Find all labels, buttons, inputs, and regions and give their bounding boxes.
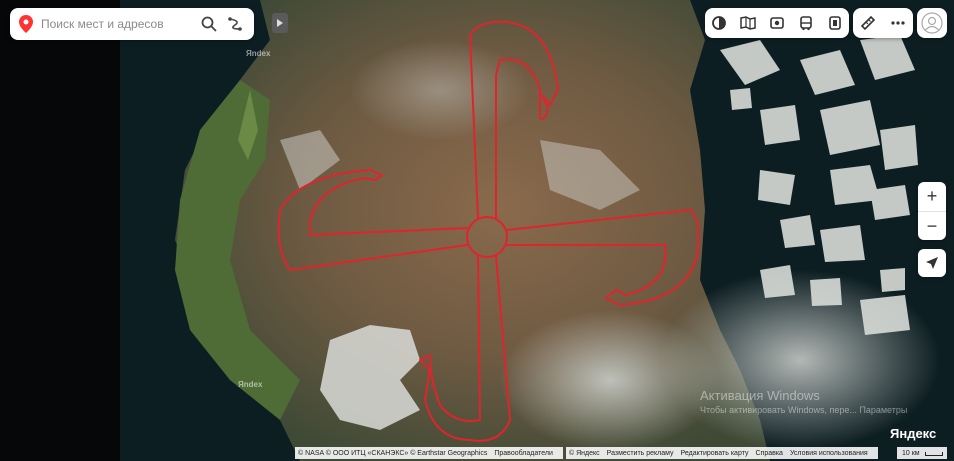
scale-label: 10 км xyxy=(902,449,920,457)
layers-icon[interactable] xyxy=(705,8,734,38)
ruler-icon[interactable] xyxy=(853,8,883,38)
arrow-icon xyxy=(926,257,938,269)
zoom-out-button[interactable]: − xyxy=(918,212,946,241)
advertise-link[interactable]: Разместить рекламу xyxy=(607,450,674,457)
map-watermark: Яndex xyxy=(246,49,271,58)
yandex-copyright: © Яндекс xyxy=(569,449,600,457)
copyright-footer: © NASA © ООО ИТЦ «СКАНЭКС» © Earthstar G… xyxy=(295,447,563,459)
user-avatar-button[interactable] xyxy=(917,8,947,38)
edit-map-link[interactable]: Редактировать карту xyxy=(681,450,749,457)
panorama-icon[interactable] xyxy=(734,8,763,38)
collapse-panel-button[interactable] xyxy=(272,13,288,33)
yandex-logo: Яндекс xyxy=(890,426,937,441)
zoom-in-button[interactable]: + xyxy=(918,182,946,212)
search-bar[interactable]: Поиск мест и адресов xyxy=(10,8,254,40)
layers-toolbar xyxy=(705,8,849,38)
tools-toolbar xyxy=(853,8,913,38)
activation-subtitle: Чтобы активировать Windows, пере... Пара… xyxy=(700,405,908,415)
links-footer: © Яндекс Разместить рекламу Редактироват… xyxy=(566,447,878,459)
map-watermark: Яndex xyxy=(238,380,263,389)
user-icon xyxy=(921,12,943,34)
scale-line xyxy=(925,452,943,456)
search-input[interactable]: Поиск мест и адресов xyxy=(41,17,196,31)
metro-icon[interactable] xyxy=(763,8,792,38)
location-pin-icon xyxy=(19,15,33,33)
windows-activation-overlay: Активация Windows Чтобы активировать Win… xyxy=(700,388,907,415)
route-icon[interactable] xyxy=(222,11,248,37)
traffic-icon[interactable] xyxy=(820,8,849,38)
scale-bar: 10 км xyxy=(897,447,947,459)
bus-icon[interactable] xyxy=(791,8,820,38)
zoom-control: + − xyxy=(918,182,946,240)
rights-holders-link[interactable]: Правообладатели xyxy=(494,450,553,457)
triangle-right-icon xyxy=(277,19,283,27)
geolocation-button[interactable] xyxy=(918,249,946,277)
more-icon[interactable] xyxy=(883,8,913,38)
search-icon[interactable] xyxy=(196,11,222,37)
terms-link[interactable]: Условия использования xyxy=(790,450,868,457)
activation-title: Активация Windows xyxy=(700,388,820,403)
help-link[interactable]: Справка xyxy=(755,450,782,457)
copyright-text: © NASA © ООО ИТЦ «СКАНЭКС» © Earthstar G… xyxy=(298,449,488,457)
